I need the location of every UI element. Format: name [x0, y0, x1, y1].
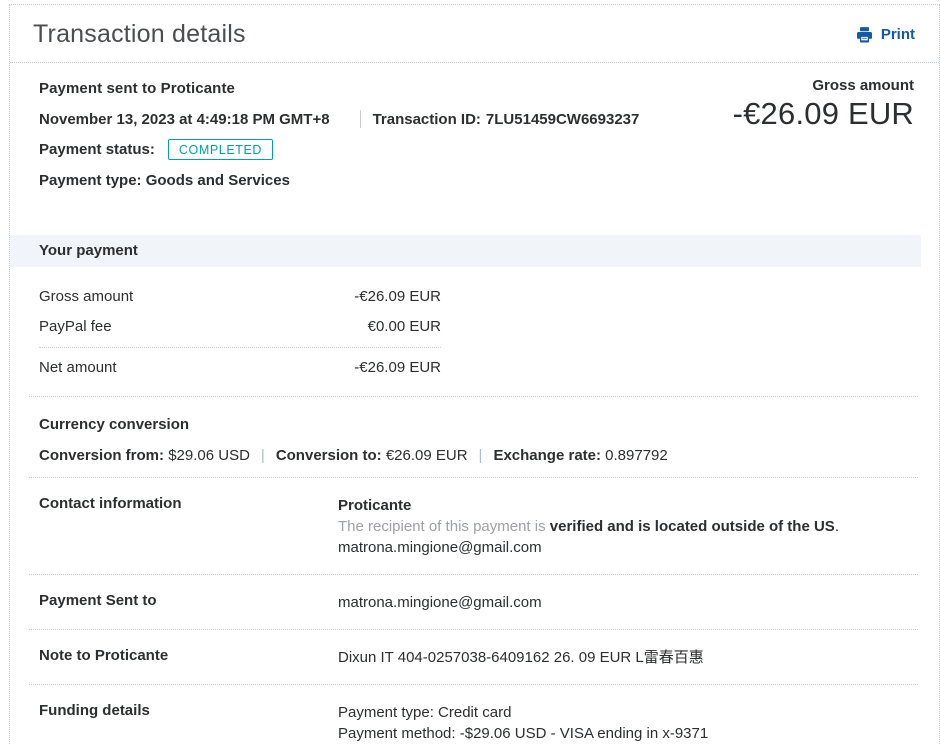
- conversion-from: Conversion from: $29.06 USD: [39, 447, 250, 464]
- row-divider: [39, 347, 441, 348]
- row-value: €0.00 EUR: [367, 318, 441, 335]
- funding-line-payment-method: Payment method: -$29.06 USD - VISA endin…: [338, 725, 709, 742]
- currency-conversion-heading: Currency conversion: [39, 416, 190, 433]
- table-row-paypal-fee: PayPal fee €0.00 EUR: [39, 312, 441, 342]
- transaction-details-card: Transaction details Print Payment sent t…: [9, 4, 940, 745]
- table-row-net-amount: Net amount -€26.09 EUR: [39, 353, 441, 383]
- row-value: -€26.09 EUR: [354, 288, 441, 305]
- note-label: Note to Proticante: [39, 647, 169, 664]
- transaction-datetime: November 13, 2023 at 4:49:18 PM GMT+8: [39, 110, 330, 128]
- your-payment-table: Gross amount -€26.09 EUR PayPal fee €0.0…: [39, 282, 441, 383]
- print-button-label: Print: [880, 26, 915, 43]
- page-header: Transaction details Print: [10, 5, 939, 63]
- recipient-verification: The recipient of this payment is verifie…: [338, 518, 839, 535]
- funding-details-label: Funding details: [39, 702, 150, 719]
- section-divider: [29, 396, 918, 397]
- row-label: Gross amount: [39, 288, 134, 305]
- note-row: Note to Proticante Dixun IT 404-0257038-…: [39, 630, 915, 684]
- status-badge: COMPLETED: [167, 139, 274, 160]
- conversion-to: Conversion to: €26.09 EUR: [275, 447, 468, 464]
- contact-information-value: Proticante The recipient of this payment…: [338, 495, 839, 558]
- payment-type-row: Payment type: Goods and Services: [39, 172, 290, 189]
- gross-amount-label: Gross amount: [812, 77, 914, 94]
- transaction-id-label: Transaction ID:: [372, 110, 481, 128]
- payment-sent-to-label: Payment Sent to: [39, 592, 157, 609]
- funding-details-row: Funding details Payment type: Credit car…: [39, 685, 915, 745]
- row-label: PayPal fee: [39, 318, 112, 335]
- funding-line-payment-type: Payment type: Credit card: [338, 704, 512, 721]
- recipient-email: matrona.mingione@gmail.com: [338, 539, 542, 556]
- gross-amount-value: -€26.09 EUR: [732, 96, 914, 131]
- contact-information-label: Contact information: [39, 495, 182, 512]
- printer-icon: [855, 26, 874, 44]
- gross-amount-block: Gross amount -€26.09 EUR: [733, 77, 914, 132]
- vertical-divider: [359, 110, 361, 128]
- summary-section: Payment sent to Proticante November 13, …: [10, 63, 939, 189]
- page-title: Transaction details: [33, 20, 246, 48]
- your-payment-header: Your payment: [10, 235, 921, 267]
- payment-sent-to-value: matrona.mingione@gmail.com: [338, 594, 542, 611]
- payment-sent-to-row: Payment Sent to matrona.mingione@gmail.c…: [39, 575, 915, 629]
- row-value: -€26.09 EUR: [354, 359, 441, 376]
- contact-information-row: Contact information Proticante The recip…: [39, 478, 915, 574]
- payment-status-row: Payment status: COMPLETED: [39, 139, 915, 160]
- payment-status-label: Payment status:: [39, 141, 155, 158]
- transaction-id-value: 7LU51459CW6693237: [485, 110, 640, 128]
- pipe-separator: |: [478, 447, 483, 464]
- funding-details-value: Payment type: Credit card Payment method…: [338, 702, 810, 745]
- table-row-gross-amount: Gross amount -€26.09 EUR: [39, 282, 441, 312]
- note-value: Dixun IT 404-0257038-6409162 26. 09 EUR …: [338, 649, 704, 666]
- recipient-name: Proticante: [338, 497, 412, 514]
- currency-conversion-line: Conversion from: $29.06 USD | Conversion…: [39, 447, 915, 464]
- exchange-rate: Exchange rate: 0.897792: [493, 447, 668, 464]
- print-button[interactable]: Print: [855, 26, 915, 44]
- pipe-separator: |: [260, 447, 265, 464]
- row-label: Net amount: [39, 359, 117, 376]
